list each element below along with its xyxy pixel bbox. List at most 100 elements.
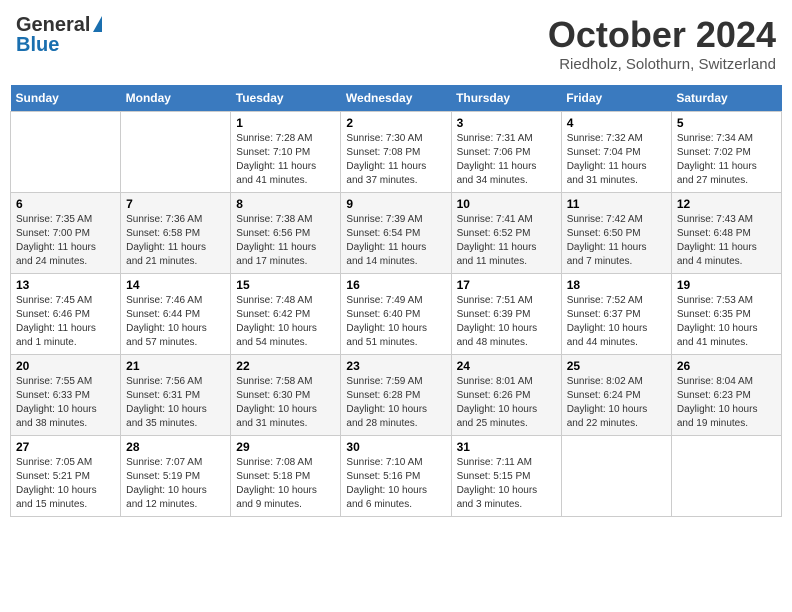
calendar-cell: 22 Sunrise: 7:58 AMSunset: 6:30 PMDaylig… [231,355,341,436]
calendar-cell: 31 Sunrise: 7:11 AMSunset: 5:15 PMDaylig… [451,436,561,517]
day-info: Sunrise: 7:51 AMSunset: 6:39 PMDaylight:… [457,295,538,348]
calendar-header: SundayMondayTuesdayWednesdayThursdayFrid… [11,85,782,112]
day-number: 16 [346,278,445,292]
day-info: Sunrise: 7:08 AMSunset: 5:18 PMDaylight:… [236,457,317,510]
calendar-cell [561,436,671,517]
day-number: 8 [236,197,335,211]
day-info: Sunrise: 7:45 AMSunset: 6:46 PMDaylight:… [16,295,96,348]
day-number: 2 [346,116,445,130]
day-number: 31 [457,440,556,454]
header-row: SundayMondayTuesdayWednesdayThursdayFrid… [11,85,782,112]
day-number: 27 [16,440,115,454]
calendar-cell: 28 Sunrise: 7:07 AMSunset: 5:19 PMDaylig… [121,436,231,517]
day-number: 26 [677,359,776,373]
calendar-cell: 29 Sunrise: 7:08 AMSunset: 5:18 PMDaylig… [231,436,341,517]
day-number: 4 [567,116,666,130]
calendar-week-2: 6 Sunrise: 7:35 AMSunset: 7:00 PMDayligh… [11,193,782,274]
day-info: Sunrise: 7:36 AMSunset: 6:58 PMDaylight:… [126,214,206,267]
day-info: Sunrise: 7:52 AMSunset: 6:37 PMDaylight:… [567,295,648,348]
calendar-cell: 18 Sunrise: 7:52 AMSunset: 6:37 PMDaylig… [561,274,671,355]
day-info: Sunrise: 7:32 AMSunset: 7:04 PMDaylight:… [567,133,647,186]
day-info: Sunrise: 7:48 AMSunset: 6:42 PMDaylight:… [236,295,317,348]
day-info: Sunrise: 7:11 AMSunset: 5:15 PMDaylight:… [457,457,538,510]
day-number: 22 [236,359,335,373]
day-number: 18 [567,278,666,292]
day-number: 13 [16,278,115,292]
day-info: Sunrise: 7:43 AMSunset: 6:48 PMDaylight:… [677,214,757,267]
header-cell-saturday: Saturday [671,85,781,112]
day-number: 6 [16,197,115,211]
logo: General Blue [16,14,102,56]
day-number: 3 [457,116,556,130]
day-number: 1 [236,116,335,130]
day-info: Sunrise: 7:10 AMSunset: 5:16 PMDaylight:… [346,457,427,510]
day-info: Sunrise: 7:53 AMSunset: 6:35 PMDaylight:… [677,295,758,348]
title-block: October 2024 Riedholz, Solothurn, Switze… [548,14,776,73]
day-info: Sunrise: 7:31 AMSunset: 7:06 PMDaylight:… [457,133,537,186]
calendar-cell: 4 Sunrise: 7:32 AMSunset: 7:04 PMDayligh… [561,112,671,193]
calendar-cell: 23 Sunrise: 7:59 AMSunset: 6:28 PMDaylig… [341,355,451,436]
day-number: 11 [567,197,666,211]
logo-general-text: General [16,14,90,36]
calendar-cell: 27 Sunrise: 7:05 AMSunset: 5:21 PMDaylig… [11,436,121,517]
day-info: Sunrise: 7:55 AMSunset: 6:33 PMDaylight:… [16,376,97,429]
header-cell-friday: Friday [561,85,671,112]
day-info: Sunrise: 7:58 AMSunset: 6:30 PMDaylight:… [236,376,317,429]
day-number: 12 [677,197,776,211]
day-info: Sunrise: 7:28 AMSunset: 7:10 PMDaylight:… [236,133,316,186]
header-cell-tuesday: Tuesday [231,85,341,112]
page-header: General Blue October 2024 Riedholz, Solo… [10,10,782,77]
calendar-cell: 17 Sunrise: 7:51 AMSunset: 6:39 PMDaylig… [451,274,561,355]
calendar-cell: 13 Sunrise: 7:45 AMSunset: 6:46 PMDaylig… [11,274,121,355]
calendar-cell: 5 Sunrise: 7:34 AMSunset: 7:02 PMDayligh… [671,112,781,193]
month-title: October 2024 [548,14,776,56]
day-info: Sunrise: 8:02 AMSunset: 6:24 PMDaylight:… [567,376,648,429]
calendar-cell: 24 Sunrise: 8:01 AMSunset: 6:26 PMDaylig… [451,355,561,436]
logo-triangle-icon [93,16,102,32]
calendar-cell [11,112,121,193]
header-cell-wednesday: Wednesday [341,85,451,112]
day-info: Sunrise: 7:39 AMSunset: 6:54 PMDaylight:… [346,214,426,267]
day-number: 5 [677,116,776,130]
day-info: Sunrise: 7:05 AMSunset: 5:21 PMDaylight:… [16,457,97,510]
calendar-cell: 3 Sunrise: 7:31 AMSunset: 7:06 PMDayligh… [451,112,561,193]
day-number: 15 [236,278,335,292]
day-number: 30 [346,440,445,454]
calendar-cell: 15 Sunrise: 7:48 AMSunset: 6:42 PMDaylig… [231,274,341,355]
day-number: 19 [677,278,776,292]
calendar-cell: 11 Sunrise: 7:42 AMSunset: 6:50 PMDaylig… [561,193,671,274]
day-info: Sunrise: 7:49 AMSunset: 6:40 PMDaylight:… [346,295,427,348]
calendar-cell: 1 Sunrise: 7:28 AMSunset: 7:10 PMDayligh… [231,112,341,193]
day-number: 21 [126,359,225,373]
day-number: 23 [346,359,445,373]
calendar-cell: 12 Sunrise: 7:43 AMSunset: 6:48 PMDaylig… [671,193,781,274]
calendar-cell: 6 Sunrise: 7:35 AMSunset: 7:00 PMDayligh… [11,193,121,274]
day-number: 10 [457,197,556,211]
day-info: Sunrise: 7:30 AMSunset: 7:08 PMDaylight:… [346,133,426,186]
calendar-cell [121,112,231,193]
day-info: Sunrise: 8:01 AMSunset: 6:26 PMDaylight:… [457,376,538,429]
day-number: 17 [457,278,556,292]
calendar-week-3: 13 Sunrise: 7:45 AMSunset: 6:46 PMDaylig… [11,274,782,355]
header-cell-thursday: Thursday [451,85,561,112]
calendar-cell: 7 Sunrise: 7:36 AMSunset: 6:58 PMDayligh… [121,193,231,274]
calendar-cell: 10 Sunrise: 7:41 AMSunset: 6:52 PMDaylig… [451,193,561,274]
day-info: Sunrise: 7:35 AMSunset: 7:00 PMDaylight:… [16,214,96,267]
calendar-week-5: 27 Sunrise: 7:05 AMSunset: 5:21 PMDaylig… [11,436,782,517]
day-number: 24 [457,359,556,373]
location-subtitle: Riedholz, Solothurn, Switzerland [548,56,776,73]
day-info: Sunrise: 8:04 AMSunset: 6:23 PMDaylight:… [677,376,758,429]
calendar-week-1: 1 Sunrise: 7:28 AMSunset: 7:10 PMDayligh… [11,112,782,193]
day-info: Sunrise: 7:46 AMSunset: 6:44 PMDaylight:… [126,295,207,348]
day-info: Sunrise: 7:34 AMSunset: 7:02 PMDaylight:… [677,133,757,186]
calendar-table: SundayMondayTuesdayWednesdayThursdayFrid… [10,85,782,517]
calendar-cell: 25 Sunrise: 8:02 AMSunset: 6:24 PMDaylig… [561,355,671,436]
day-number: 28 [126,440,225,454]
day-number: 20 [16,359,115,373]
day-info: Sunrise: 7:42 AMSunset: 6:50 PMDaylight:… [567,214,647,267]
calendar-cell: 19 Sunrise: 7:53 AMSunset: 6:35 PMDaylig… [671,274,781,355]
calendar-cell [671,436,781,517]
day-info: Sunrise: 7:07 AMSunset: 5:19 PMDaylight:… [126,457,207,510]
day-number: 14 [126,278,225,292]
day-info: Sunrise: 7:56 AMSunset: 6:31 PMDaylight:… [126,376,207,429]
